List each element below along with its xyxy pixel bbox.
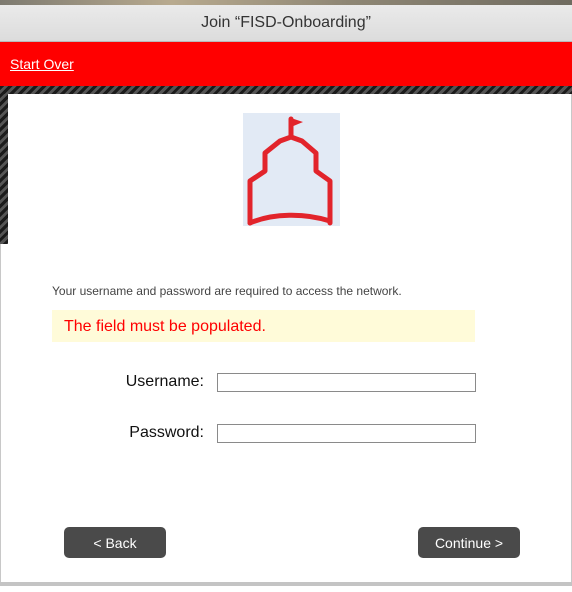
password-field[interactable] xyxy=(217,424,476,443)
school-logo xyxy=(243,113,340,226)
left-side-stripe xyxy=(0,94,8,244)
bottom-border xyxy=(0,582,572,586)
username-field[interactable] xyxy=(217,373,476,392)
window-title-bar: Join “FISD-Onboarding” xyxy=(0,0,572,42)
error-message: The field must be populated. xyxy=(64,318,266,335)
username-label: Username: xyxy=(125,373,204,390)
continue-button[interactable]: Continue > xyxy=(418,527,520,558)
back-button[interactable]: < Back xyxy=(64,527,166,558)
header-stripe-divider xyxy=(0,86,572,94)
info-text: Your username and password are required … xyxy=(52,284,402,298)
schoolhouse-icon xyxy=(247,116,333,226)
password-label: Password: xyxy=(129,424,204,441)
left-frame-border xyxy=(0,244,1,584)
start-over-link[interactable]: Start Over xyxy=(10,56,74,72)
desktop-background-strip xyxy=(0,0,572,5)
error-banner: The field must be populated. xyxy=(52,310,475,342)
header-bar: Start Over xyxy=(0,42,572,86)
window-title: Join “FISD-Onboarding” xyxy=(201,14,371,31)
